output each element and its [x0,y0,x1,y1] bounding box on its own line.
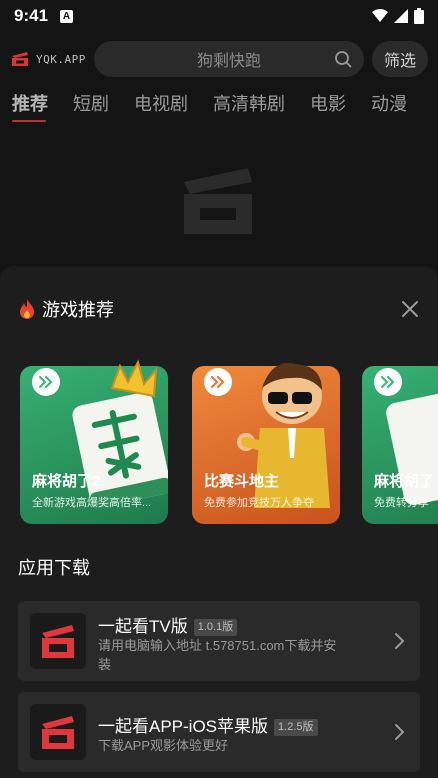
version-badge: 1.2.5版 [274,719,318,736]
app-download-row[interactable]: 一起看TV版 1.0.1版 请用电脑输入地址 t.578751.com下载并安装 [18,601,420,681]
tab-short-drama[interactable]: 短剧 [61,88,109,120]
search-placeholder: 狗剩快跑 [196,53,261,70]
wifi-icon [372,9,388,22]
tab-korean-drama[interactable]: 高清韩剧 [201,88,285,120]
tab-tv-series[interactable]: 电视剧 [122,88,188,120]
game-card[interactable]: 麻将胡了2 全新游戏高爆奖高倍率... [20,358,168,524]
app-name: 一起看TV版 [98,617,188,636]
search-input[interactable]: 狗剩快跑 [94,41,364,77]
game-name: 麻将胡了2 [32,473,101,490]
notification-icon: A [60,9,74,23]
version-badge: 1.0.1版 [193,619,238,636]
game-description: 全新游戏高爆奖高倍率... [32,497,152,509]
tab-movie[interactable]: 电影 [298,88,346,120]
app-description: 请用电脑输入地址 t.578751.com下载并安装 [98,638,337,672]
top-header: YQK.APP 狗剩快跑 筛选 [0,40,438,78]
game-description: 免费转分享 [374,497,429,509]
game-name: 麻将胡了 [374,473,435,490]
download-section-title: 应用下载 [18,558,90,578]
search-icon[interactable] [334,50,352,68]
tab-label: 短剧 [73,94,109,114]
status-icons [372,8,424,24]
filter-button[interactable]: 筛选 [372,41,428,77]
logo-text: YQK.APP [36,52,86,66]
tab-anime[interactable]: 动漫 [359,88,407,120]
active-tab-indicator [12,120,46,122]
close-icon[interactable] [400,299,420,319]
category-tabs: 推荐 短剧 电视剧 高清韩剧 电影 动漫 [0,86,438,122]
battery-icon [414,8,424,24]
game-card[interactable]: 比赛斗地主 免费参加竞技万人争夺 [192,358,340,524]
signal-icon [394,9,408,23]
tab-recommend[interactable]: 推荐 [0,88,48,122]
game-card[interactable]: 麻将胡了 免费转分享 [362,358,438,524]
status-time: 9:41 [14,6,49,25]
game-description: 免费参加竞技万人争夺 [204,497,314,509]
chevron-right-icon [395,633,405,649]
app-logo[interactable]: YQK.APP [10,51,90,67]
game-carousel: 麻将胡了2 全新游戏高爆奖高倍率... 比赛斗地主 免费参加竞技万人争夺 麻将胡… [20,358,438,528]
play-icon [374,368,402,396]
game-name: 比赛斗地主 [204,473,280,490]
app-description: 下载APP观影体验更好 [98,738,229,753]
tab-label: 推荐 [12,94,48,114]
status-bar: 9:41 A [0,0,438,32]
app-icon [30,613,86,669]
app-icon [30,704,86,760]
tab-label: 电视剧 [134,94,188,114]
app-name-row: 一起看TV版 1.0.1版 [98,612,238,637]
app-name-row: 一起看APP-iOS苹果版 1.2.5版 [98,712,318,737]
play-icon [32,368,60,396]
fire-icon [20,299,34,319]
loading-placeholder-icon [184,168,252,234]
tab-label: 电影 [310,94,346,114]
chevron-right-icon [395,724,405,740]
tab-label: 高清韩剧 [213,94,285,114]
app-download-row[interactable]: 一起看APP-iOS苹果版 1.2.5版 下载APP观影体验更好 [18,692,420,772]
logo-icon [12,52,28,66]
tab-label: 动漫 [371,94,407,114]
sheet-title: 游戏推荐 [42,300,114,320]
game-recommend-sheet: 游戏推荐 麻将胡了2 全新游戏高爆奖高倍率... 比赛斗地主 免费参加竞技万人争… [0,266,438,778]
app-name: 一起看APP-iOS苹果版 [98,717,269,736]
play-icon [204,368,232,396]
sheet-header: 游戏推荐 [18,296,420,322]
